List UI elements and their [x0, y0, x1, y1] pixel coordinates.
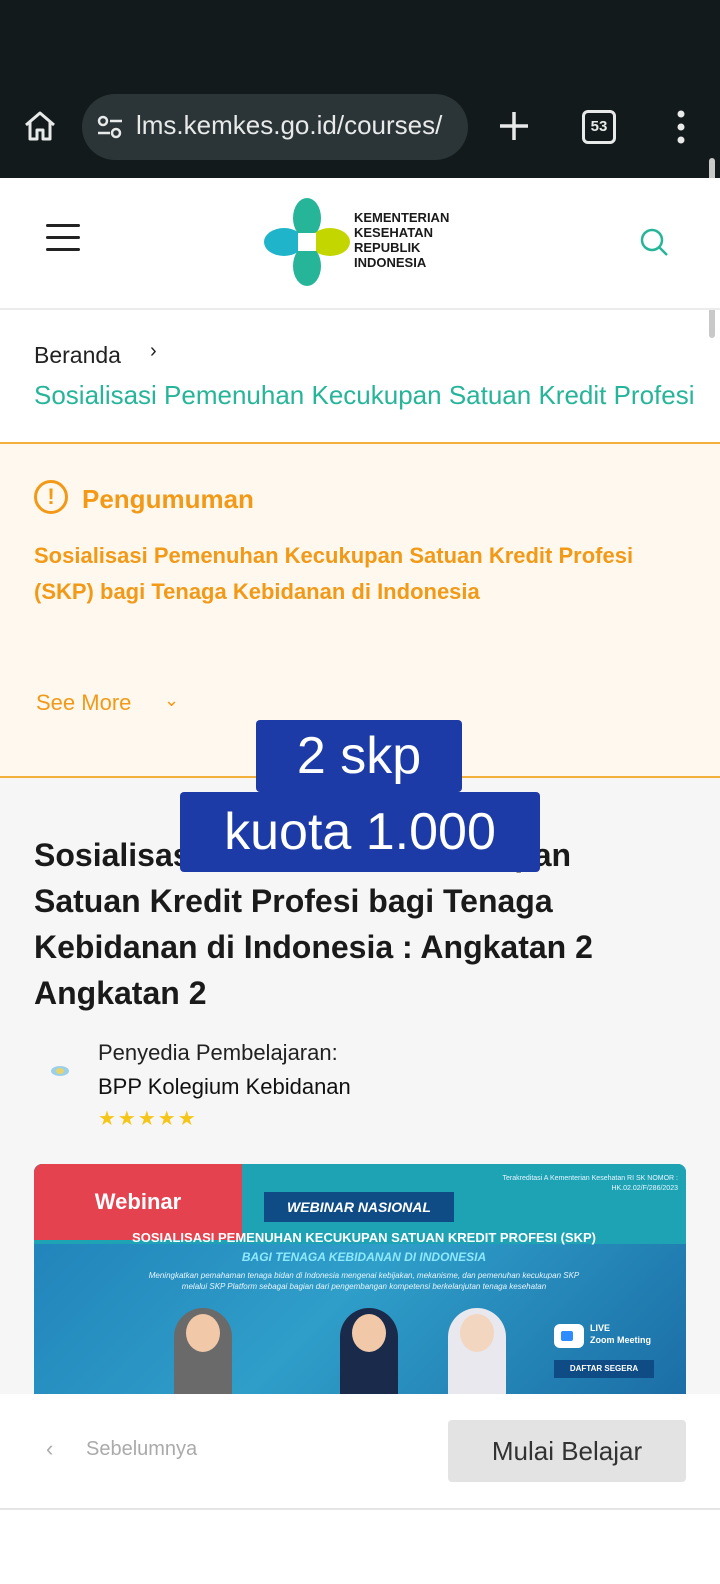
speaker-photo: [174, 1308, 232, 1394]
banner-headline: WEBINAR NASIONAL: [264, 1192, 454, 1222]
live-text: LIVE: [590, 1323, 611, 1333]
overlay-caption-quota: kuota 1.000: [180, 792, 540, 872]
breadcrumb-current: Sosialisasi Pemenuhan Kecukupan Satuan K…: [34, 380, 695, 410]
course-banner-image[interactable]: Webinar WEBINAR NASIONAL Terakreditasi A…: [34, 1164, 686, 1394]
banner-accreditation: Terakreditasi A Kementerian Kesehatan RI…: [502, 1175, 678, 1192]
overlay-caption-skp: 2 skp: [256, 720, 462, 792]
browser-toolbar: lms.kemkes.go.id/courses/ 53: [0, 0, 720, 178]
chevron-down-icon[interactable]: ⌄: [164, 690, 179, 711]
logo-line: REPUBLIK: [354, 240, 421, 255]
tab-switcher-button[interactable]: 53: [582, 110, 616, 144]
announcement-title: Pengumuman: [82, 484, 254, 514]
speaker-photo: [448, 1308, 506, 1394]
webinar-badge: Webinar: [34, 1164, 242, 1240]
speaker-photo: [340, 1308, 398, 1394]
url-text[interactable]: lms.kemkes.go.id/courses/: [136, 110, 456, 141]
live-label: LIVE Zoom Meeting: [590, 1322, 651, 1346]
search-icon[interactable]: [638, 226, 670, 258]
zoom-icon: [554, 1324, 584, 1348]
announcement-body: Sosialisasi Pemenuhan Kecukupan Satuan K…: [34, 543, 634, 604]
logo-text: KEMENTERIAN KESEHATAN REPUBLIK INDONESIA: [354, 210, 449, 270]
home-icon[interactable]: [22, 108, 58, 144]
breadcrumb-home[interactable]: Beranda: [34, 342, 121, 369]
register-badge: DAFTAR SEGERA: [554, 1360, 654, 1378]
logo-line: INDONESIA: [354, 255, 427, 270]
page-bottom-spacer: [0, 1512, 720, 1584]
previous-button[interactable]: Sebelumnya: [86, 1438, 197, 1461]
see-more-link[interactable]: See More: [36, 690, 131, 716]
rating-stars: ★★★★★: [98, 1108, 198, 1130]
alert-icon: !: [34, 480, 68, 514]
browser-nav-row: lms.kemkes.go.id/courses/ 53: [0, 92, 720, 162]
logo-line: KEMENTERIAN: [354, 210, 450, 225]
banner-subtitle: SOSIALISASI PEMENUHAN KECUKUPAN SATUAN K…: [132, 1230, 596, 1245]
start-learning-button[interactable]: Mulai Belajar: [448, 1420, 686, 1482]
course-footer-nav: ‹ Sebelumnya Mulai Belajar: [0, 1394, 720, 1510]
chevron-right-icon: ›: [150, 340, 157, 362]
provider-label: Penyedia Pembelajaran:: [98, 1040, 338, 1065]
kemenkes-emblem-icon: [264, 198, 350, 286]
site-header: KEMENTERIAN KESEHATAN REPUBLIK INDONESIA: [0, 178, 720, 310]
new-tab-icon[interactable]: [494, 106, 534, 146]
chevron-left-icon[interactable]: ‹: [46, 1436, 53, 1462]
more-options-icon[interactable]: [666, 106, 696, 148]
url-bar[interactable]: lms.kemkes.go.id/courses/: [82, 94, 468, 160]
logo-line: KESEHATAN: [354, 225, 433, 240]
kemenkes-logo[interactable]: KEMENTERIAN KESEHATAN REPUBLIK INDONESIA: [262, 196, 462, 288]
site-settings-icon[interactable]: [96, 114, 124, 140]
banner-subtitle-2: BAGI TENAGA KEBIDANAN DI INDONESIA: [241, 1250, 487, 1264]
banner-description: Meningkatkan pemahaman tenaga bidan di I…: [148, 1271, 580, 1291]
zoom-meeting-text: Zoom Meeting: [590, 1335, 651, 1345]
hamburger-menu-icon[interactable]: [46, 224, 80, 254]
provider-name[interactable]: BPP Kolegium Kebidanan: [98, 1074, 351, 1100]
provider-logo-icon: [51, 1066, 69, 1076]
